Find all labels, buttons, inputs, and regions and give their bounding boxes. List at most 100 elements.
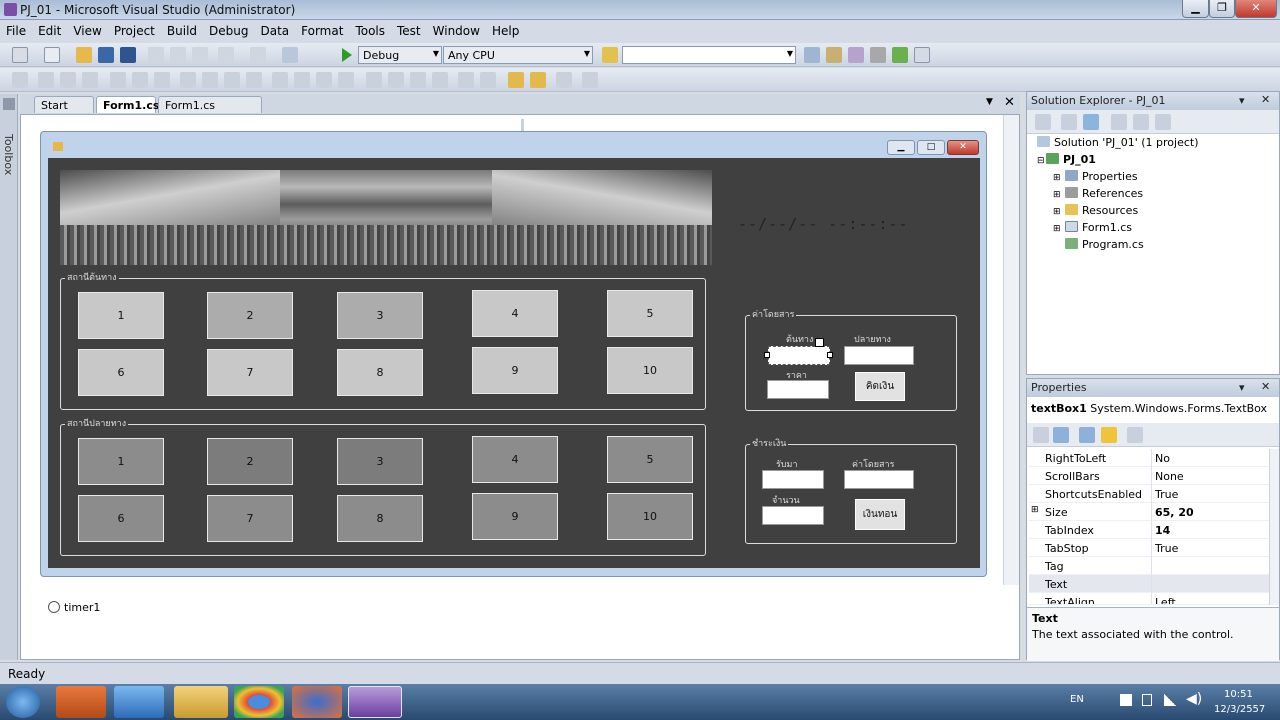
- maximize-button[interactable]: ❐: [1209, 0, 1235, 18]
- dest-button-10[interactable]: 10: [607, 493, 693, 540]
- price-textbox[interactable]: [767, 380, 829, 399]
- refresh-icon[interactable]: [1083, 114, 1099, 130]
- menu-debug[interactable]: Debug: [203, 20, 254, 38]
- close-icon[interactable]: ✕: [1261, 380, 1270, 393]
- menu-test[interactable]: Test: [391, 20, 427, 38]
- horizontal-spacing-icon[interactable]: [272, 72, 288, 88]
- tab-form1-design[interactable]: Form1.cs [Design]*: [158, 96, 262, 125]
- align-middles-icon[interactable]: [132, 72, 148, 88]
- categorized-icon[interactable]: [1033, 427, 1049, 443]
- increase-hspacing-icon[interactable]: [294, 72, 310, 88]
- menu-tools[interactable]: Tools: [349, 20, 391, 38]
- align-bottoms-icon[interactable]: [154, 72, 170, 88]
- menu-project[interactable]: Project: [108, 20, 161, 38]
- solution-explorer-icon[interactable]: [804, 47, 820, 63]
- close-button[interactable]: ✕: [1235, 0, 1277, 18]
- visual-studio-icon[interactable]: [348, 686, 402, 718]
- object-selector[interactable]: textBox1 System.Windows.Forms.TextBox: [1031, 402, 1277, 415]
- property-value[interactable]: Left: [1155, 596, 1176, 604]
- source-button-8[interactable]: 8: [337, 349, 423, 396]
- solution-config-combo[interactable]: Debug ▼: [358, 46, 442, 64]
- received-textbox[interactable]: [762, 470, 824, 489]
- tree-item[interactable]: ⊞ Resources: [1053, 204, 1138, 217]
- flag-icon[interactable]: [1120, 694, 1132, 706]
- dest-textbox[interactable]: [844, 346, 914, 365]
- file-explorer-icon[interactable]: [174, 686, 228, 718]
- property-row[interactable]: TabStop True: [1029, 539, 1279, 557]
- battery-icon[interactable]: [1142, 694, 1152, 706]
- expand-icon[interactable]: ⊞: [1053, 190, 1065, 200]
- start-page-icon[interactable]: [892, 47, 908, 63]
- align-tops-icon[interactable]: [110, 72, 126, 88]
- tab-form1-code[interactable]: Form1.cs*: [96, 96, 165, 113]
- remove-hspacing-icon[interactable]: [338, 72, 354, 88]
- tree-item[interactable]: ⊞ Form1.cs: [1053, 221, 1132, 234]
- add-item-icon[interactable]: [44, 47, 60, 63]
- form-close-button[interactable]: ✕: [947, 140, 979, 155]
- dest-button-2[interactable]: 2: [207, 438, 293, 485]
- clock-date[interactable]: 12/3/2557: [1214, 704, 1265, 715]
- form-maximize-button[interactable]: □: [917, 140, 945, 155]
- same-width-icon[interactable]: [180, 72, 196, 88]
- expand-icon[interactable]: ⊞: [1053, 224, 1065, 234]
- tab-order-icon[interactable]: [556, 72, 572, 88]
- same-height-icon[interactable]: [224, 72, 240, 88]
- property-row[interactable]: ShortcutsEnabled True: [1029, 485, 1279, 503]
- find-combo[interactable]: ▼: [622, 46, 796, 64]
- internet-explorer-icon[interactable]: [114, 686, 164, 718]
- expand-icon[interactable]: ⊞: [1053, 173, 1065, 183]
- dest-button-7[interactable]: 7: [207, 495, 293, 542]
- source-button-3[interactable]: 3: [337, 292, 423, 339]
- same-size-icon[interactable]: [246, 72, 262, 88]
- properties-window-icon[interactable]: [826, 47, 842, 63]
- show-all-files-icon[interactable]: [1061, 114, 1077, 130]
- menu-edit[interactable]: Edit: [32, 20, 67, 38]
- change-button[interactable]: เงินทอน: [855, 499, 905, 530]
- property-value[interactable]: None: [1155, 470, 1184, 483]
- property-row[interactable]: Tag: [1029, 557, 1279, 575]
- selection-handle[interactable]: [827, 352, 833, 358]
- vertical-spacing-icon[interactable]: [366, 72, 382, 88]
- alphabetical-icon[interactable]: [1053, 427, 1069, 443]
- volume-icon[interactable]: ◀): [1186, 691, 1202, 707]
- center-horizontally-icon[interactable]: [458, 72, 474, 88]
- form-minimize-button[interactable]: ▁: [887, 140, 915, 155]
- property-row[interactable]: ⊞ Size 65, 20: [1029, 503, 1279, 521]
- menu-window[interactable]: Window: [427, 20, 486, 38]
- dest-button-9[interactable]: 9: [472, 493, 558, 540]
- firefox-icon[interactable]: [292, 686, 342, 718]
- language-indicator[interactable]: EN: [1070, 694, 1084, 705]
- align-lefts-icon[interactable]: [38, 72, 54, 88]
- source-button-1[interactable]: 1: [78, 292, 164, 339]
- menu-format[interactable]: Format: [295, 20, 349, 38]
- property-row-selected[interactable]: Text: [1029, 575, 1279, 593]
- dest-button-3[interactable]: 3: [337, 438, 423, 485]
- smart-tag-icon[interactable]: [815, 338, 824, 347]
- expand-icon[interactable]: ⊞: [1031, 505, 1039, 515]
- minimize-button[interactable]: ▁: [1182, 0, 1209, 18]
- tree-item[interactable]: ⊞ Properties: [1053, 170, 1138, 183]
- property-value[interactable]: 65, 20: [1155, 506, 1194, 519]
- source-button-9[interactable]: 9: [472, 347, 558, 394]
- media-player-icon[interactable]: [56, 686, 106, 718]
- origin-textbox[interactable]: [768, 346, 830, 365]
- align-to-grid-icon[interactable]: [12, 72, 28, 88]
- center-vertically-icon[interactable]: [480, 72, 496, 88]
- menu-help[interactable]: Help: [486, 20, 525, 38]
- pin-icon[interactable]: ▾: [1239, 381, 1245, 394]
- source-button-4[interactable]: 4: [472, 290, 558, 337]
- tree-item[interactable]: Solution 'PJ_01' (1 project): [1037, 136, 1198, 149]
- properties-view-icon[interactable]: [1079, 427, 1095, 443]
- platform-combo[interactable]: Any CPU ▼: [443, 46, 593, 64]
- menu-data[interactable]: Data: [254, 20, 295, 38]
- bring-to-front-icon[interactable]: [508, 72, 524, 88]
- decrease-hspacing-icon[interactable]: [316, 72, 332, 88]
- copy-icon[interactable]: [170, 47, 186, 63]
- align-rights-icon[interactable]: [82, 72, 98, 88]
- increase-vspacing-icon[interactable]: [388, 72, 404, 88]
- menu-view[interactable]: View: [67, 20, 107, 38]
- payment-fare-textbox[interactable]: [844, 470, 914, 489]
- undo-icon[interactable]: [218, 47, 234, 63]
- start-button[interactable]: [6, 686, 40, 718]
- toolbox-icon[interactable]: [870, 47, 886, 63]
